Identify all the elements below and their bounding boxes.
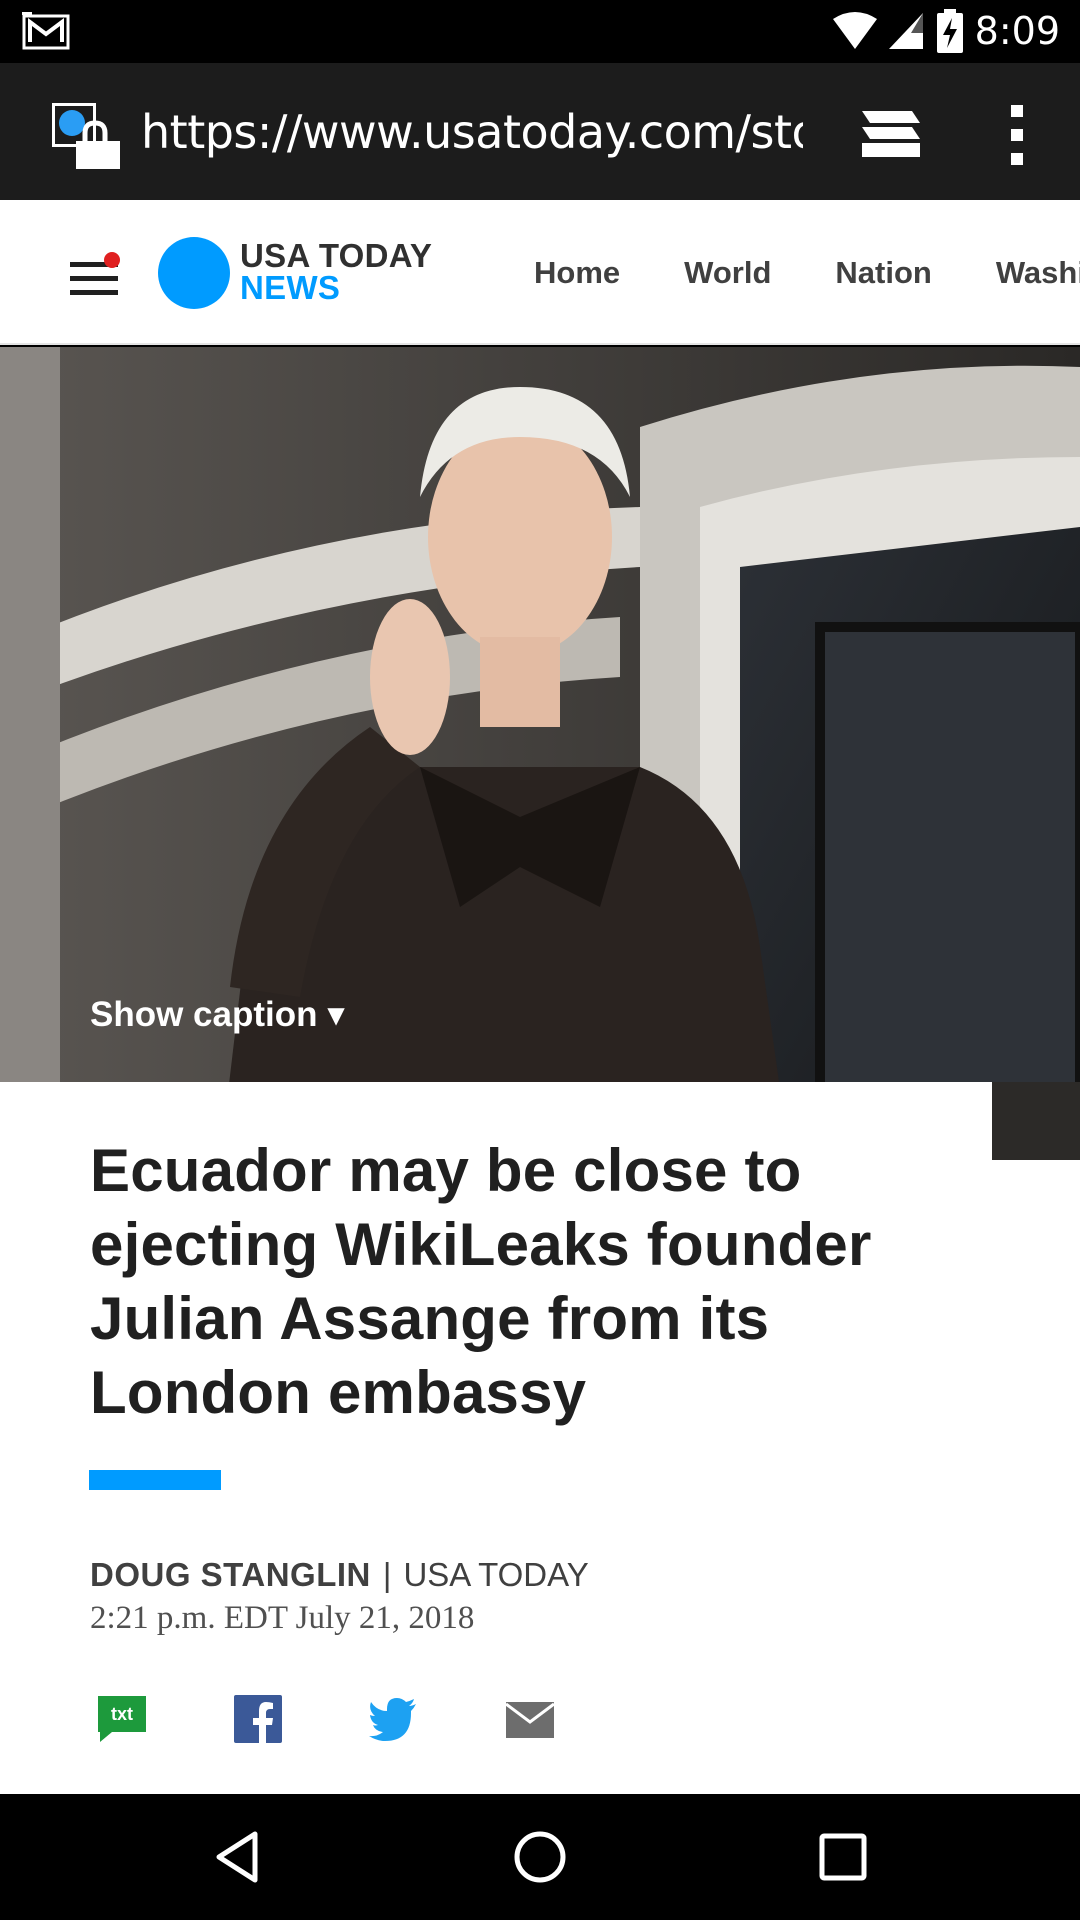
hero-photo[interactable]: Show caption ▾ <box>0 347 1080 1160</box>
show-caption-button[interactable]: Show caption ▾ <box>90 995 345 1035</box>
outlet-name: USA TODAY <box>403 1556 589 1593</box>
svg-text:txt: txt <box>111 1704 133 1724</box>
article-header: Ecuador may be close to ejecting WikiLea… <box>0 1082 1080 1794</box>
article-headline: Ecuador may be close to ejecting WikiLea… <box>90 1137 872 1426</box>
hamburger-menu-icon[interactable] <box>68 252 128 298</box>
logo-line-1: USA TODAY <box>240 237 433 274</box>
usa-today-logo-dot[interactable] <box>158 237 230 309</box>
browser-toolbar: https://www.usatoday.com/story/news/worl… <box>0 63 1080 200</box>
site-header: USA TODAY NEWS Home World Nation Washing… <box>0 200 1080 345</box>
clock: 8:09 <box>974 9 1060 53</box>
section-nav: Home World Nation Washington <box>534 250 1080 296</box>
battery-charging-icon <box>936 9 963 53</box>
facebook-icon[interactable] <box>232 1694 284 1744</box>
email-icon[interactable] <box>504 1694 556 1744</box>
wifi-icon <box>832 12 877 49</box>
sms-icon[interactable]: txt <box>96 1694 148 1744</box>
publish-date: 2:21 p.m. EDT July 21, 2018 <box>90 1600 475 1636</box>
signal-icon <box>888 13 923 49</box>
url-bar[interactable]: https://www.usatoday.com/story/news/worl… <box>141 101 803 163</box>
overflow-menu-icon[interactable] <box>1000 103 1034 167</box>
site-logo[interactable]: USA TODAY NEWS <box>240 237 433 306</box>
logo-line-2: NEWS <box>240 269 341 306</box>
insecure-lock-icon[interactable] <box>52 103 122 171</box>
byline: DOUG STANGLIN | USA TODAY <box>90 1556 589 1594</box>
byline-separator: | <box>382 1556 392 1593</box>
twitter-icon[interactable] <box>368 1694 420 1744</box>
hero-photo-edge <box>992 1082 1080 1160</box>
home-icon[interactable] <box>507 1824 573 1890</box>
nav-nation[interactable]: Nation <box>835 250 931 296</box>
tabs-icon[interactable] <box>858 103 924 163</box>
back-icon[interactable] <box>205 1824 271 1890</box>
nav-world[interactable]: World <box>684 250 771 296</box>
recents-icon[interactable] <box>810 1824 876 1890</box>
hero-photo-illustration <box>0 347 1080 1160</box>
gmail-icon <box>22 12 70 50</box>
nav-home[interactable]: Home <box>534 250 620 296</box>
system-nav-bar <box>0 1794 1080 1920</box>
status-bar: 8:09 <box>0 0 1080 63</box>
nav-washington[interactable]: Washington <box>996 250 1080 296</box>
author-name[interactable]: DOUG STANGLIN <box>90 1556 371 1593</box>
headline-rule <box>89 1470 221 1490</box>
